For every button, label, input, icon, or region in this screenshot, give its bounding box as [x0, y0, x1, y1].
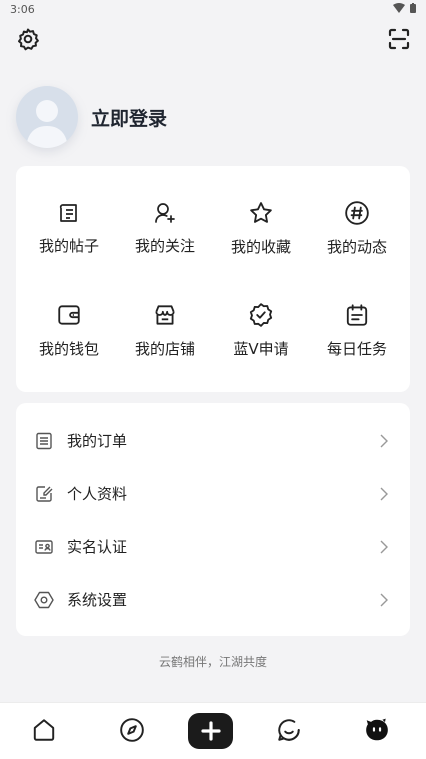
status-bar: 3:06: [0, 0, 426, 20]
hashtag-icon: [343, 200, 371, 226]
feature-grid-card: 我的帖子 我的关注 我的收藏 我的动态 我的钱包 我的店铺 蓝V申请 每日任务: [16, 166, 410, 392]
grid-item-my-wallet[interactable]: 我的钱包: [20, 268, 118, 358]
status-icons: [393, 3, 416, 13]
plus-icon: [200, 721, 221, 741]
wallet-icon: [55, 302, 83, 328]
list-item-label: 我的订单: [67, 432, 128, 450]
nav-discover[interactable]: [118, 716, 146, 744]
chevron-right-icon: [380, 487, 390, 501]
list-item-profile-info[interactable]: 个人资料: [16, 467, 410, 520]
settings-button[interactable]: [15, 26, 41, 52]
grid-item-my-activity[interactable]: 我的动态: [308, 166, 406, 256]
grid-item-daily-tasks[interactable]: 每日任务: [308, 268, 406, 358]
store-icon: [151, 302, 179, 328]
compass-icon: [120, 718, 144, 742]
list-item-real-name-verify[interactable]: 实名认证: [16, 520, 410, 573]
post-icon: [55, 200, 83, 225]
grid-item-blue-v-apply[interactable]: 蓝V申请: [212, 268, 310, 358]
grid-item-label: 我的动态: [326, 238, 387, 256]
nav-add-button[interactable]: [188, 713, 233, 749]
list-item-label: 系统设置: [67, 591, 128, 609]
calendar-task-icon: [343, 302, 371, 328]
nav-profile[interactable]: [363, 716, 391, 744]
grid-item-label: 我的钱包: [38, 340, 99, 358]
scan-button[interactable]: [386, 26, 412, 52]
list-item-system-settings[interactable]: 系统设置: [16, 573, 410, 626]
nav-messages[interactable]: [275, 716, 303, 744]
grid-item-label: 每日任务: [326, 340, 387, 358]
grid-item-my-favorites[interactable]: 我的收藏: [212, 166, 310, 256]
grid-item-label: 我的收藏: [230, 238, 291, 256]
hexagon-settings-icon: [34, 590, 54, 610]
grid-item-label: 蓝V申请: [233, 340, 289, 358]
wifi-icon: [393, 3, 405, 13]
grid-item-my-store[interactable]: 我的店铺: [116, 268, 214, 358]
scan-icon: [388, 28, 410, 50]
id-card-icon: [34, 537, 54, 557]
default-avatar-icon: [26, 100, 68, 148]
profile-face-icon: [366, 718, 388, 741]
list-item-label: 个人资料: [67, 485, 128, 503]
avatar[interactable]: [16, 86, 78, 148]
battery-icon: [410, 3, 416, 13]
status-time: 3:06: [10, 3, 35, 16]
grid-item-my-posts[interactable]: 我的帖子: [20, 166, 118, 256]
star-icon: [247, 200, 275, 226]
chevron-right-icon: [380, 540, 390, 554]
verified-badge-icon: [247, 302, 275, 328]
chat-icon: [278, 719, 300, 741]
footer-slogan: 云鹤相伴，江湖共度: [158, 655, 267, 669]
grid-item-label: 我的店铺: [134, 340, 195, 358]
nav-home[interactable]: [30, 716, 58, 744]
follow-icon: [151, 200, 179, 225]
profile-edit-icon: [34, 484, 54, 504]
profile-header[interactable]: 立即登录: [16, 86, 167, 148]
gear-icon: [18, 28, 39, 51]
list-item-label: 实名认证: [67, 538, 128, 556]
home-icon: [33, 719, 55, 741]
bottom-nav: [0, 702, 426, 759]
chevron-right-icon: [380, 434, 390, 448]
menu-list-card: 我的订单 个人资料 实名认证 系统设置: [16, 403, 410, 636]
grid-item-label: 我的关注: [134, 237, 195, 255]
login-button[interactable]: 立即登录: [91, 104, 167, 131]
grid-item-my-follows[interactable]: 我的关注: [116, 166, 214, 256]
list-item-my-orders[interactable]: 我的订单: [16, 414, 410, 467]
order-icon: [34, 431, 54, 451]
grid-item-label: 我的帖子: [38, 237, 99, 255]
chevron-right-icon: [380, 593, 390, 607]
